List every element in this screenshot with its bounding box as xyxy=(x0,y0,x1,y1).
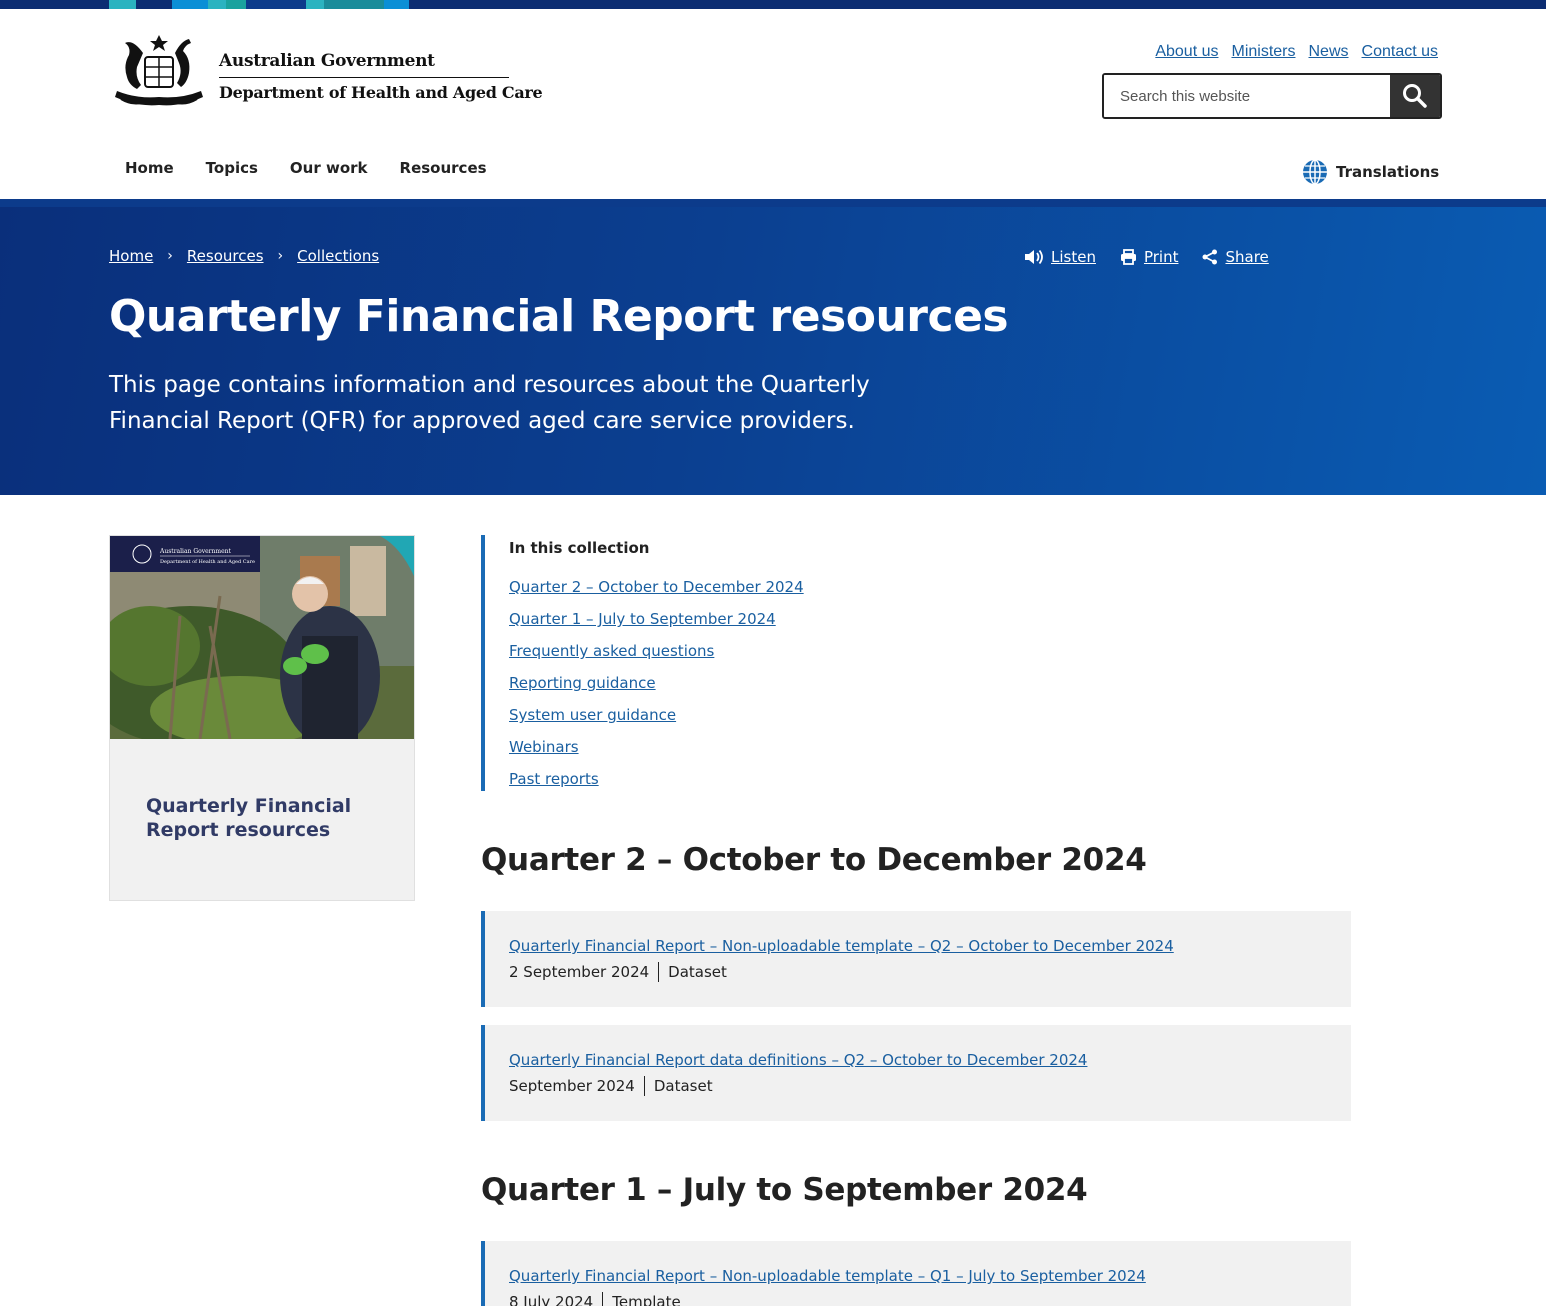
util-link-news[interactable]: News xyxy=(1309,43,1349,61)
globe-icon xyxy=(1303,159,1327,185)
coat-of-arms-icon xyxy=(115,35,203,106)
speaker-icon xyxy=(1025,249,1043,265)
resource-type: Dataset xyxy=(653,1077,713,1095)
logo-divider xyxy=(219,77,509,78)
resource-item: Quarterly Financial Report – Non-uploada… xyxy=(481,911,1351,1007)
page-hero: Home › Resources › Collections Listen Pr… xyxy=(0,199,1546,495)
in-this-collection: In this collection Quarter 2 – October t… xyxy=(481,535,981,791)
listen-button[interactable]: Listen xyxy=(1024,248,1096,266)
print-label: Print xyxy=(1143,248,1179,266)
nav-topics[interactable]: Topics xyxy=(190,159,274,177)
meta-divider xyxy=(658,962,660,982)
resource-type: Template xyxy=(612,1293,681,1306)
page-intro: This page contains information and resou… xyxy=(109,372,870,434)
logo-government-name: Australian Government xyxy=(219,51,435,71)
util-link-ministers[interactable]: Ministers xyxy=(1231,43,1295,61)
nav-our-work[interactable]: Our work xyxy=(274,159,384,177)
resource-item: Quarterly Financial Report – Non-uploada… xyxy=(481,1241,1351,1306)
util-link-contact-us[interactable]: Contact us xyxy=(1362,43,1438,61)
utility-links: About us Ministers News Contact us xyxy=(1155,43,1438,61)
search-button[interactable] xyxy=(1390,75,1440,117)
breadcrumb-resources[interactable]: Resources xyxy=(187,247,264,265)
util-link-about-us[interactable]: About us xyxy=(1155,43,1218,61)
chevron-right-icon: › xyxy=(277,248,284,264)
collection-link[interactable]: System user guidance xyxy=(509,706,676,724)
collection-link[interactable]: Reporting guidance xyxy=(509,674,656,692)
resource-type: Dataset xyxy=(668,963,727,981)
list-item: Frequently asked questions xyxy=(509,641,804,673)
section-heading-q1: Quarter 1 – July to September 2024 xyxy=(481,1172,1088,1208)
logo-department-name: Department of Health and Aged Care xyxy=(219,83,543,102)
translations-button[interactable]: Translations xyxy=(1302,159,1439,185)
site-header: Australian Government Department of Heal… xyxy=(0,9,1546,199)
resource-date: September 2024 xyxy=(509,1077,635,1095)
search-input[interactable] xyxy=(1104,75,1390,117)
resource-link[interactable]: Quarterly Financial Report data definiti… xyxy=(509,1051,1087,1069)
resource-meta: 2 September 2024 Dataset xyxy=(509,962,727,982)
top-colour-stripe xyxy=(0,0,1546,9)
collection-link[interactable]: Frequently asked questions xyxy=(509,642,714,660)
resource-item: Quarterly Financial Report data definiti… xyxy=(481,1025,1351,1121)
resource-link[interactable]: Quarterly Financial Report – Non-uploada… xyxy=(509,937,1174,955)
collection-heading: In this collection xyxy=(509,539,650,557)
card-image-logo-line2: Department of Health and Aged Care xyxy=(160,559,255,565)
resource-link[interactable]: Quarterly Financial Report – Non-uploada… xyxy=(509,1267,1146,1285)
page-title: Quarterly Financial Report resources xyxy=(109,291,1009,342)
list-item: Past reports xyxy=(509,769,804,801)
list-item: Quarter 1 – July to September 2024 xyxy=(509,609,804,641)
page-actions: Listen Print Share xyxy=(1024,248,1269,266)
site-logo[interactable]: Australian Government Department of Heal… xyxy=(109,33,543,113)
card-image: Australian Government Department of Heal… xyxy=(110,536,414,739)
nav-home[interactable]: Home xyxy=(109,159,190,177)
section-heading-q2: Quarter 2 – October to December 2024 xyxy=(481,842,1147,878)
share-icon xyxy=(1202,249,1218,265)
search-icon xyxy=(1403,84,1427,108)
nav-resources[interactable]: Resources xyxy=(384,159,503,177)
collection-link[interactable]: Quarter 1 – July to September 2024 xyxy=(509,610,776,628)
resource-meta: 8 July 2024 Template xyxy=(509,1292,681,1306)
breadcrumb: Home › Resources › Collections xyxy=(109,247,379,265)
list-item: Reporting guidance xyxy=(509,673,804,705)
collection-link[interactable]: Webinars xyxy=(509,738,579,756)
card-image-logo-line1: Australian Government xyxy=(159,548,232,555)
printer-icon xyxy=(1120,249,1136,265)
collection-link[interactable]: Past reports xyxy=(509,770,599,788)
collection-link[interactable]: Quarter 2 – October to December 2024 xyxy=(509,578,804,596)
meta-divider xyxy=(602,1292,604,1306)
print-button[interactable]: Print xyxy=(1120,248,1179,266)
resource-date: 8 July 2024 xyxy=(509,1293,594,1306)
share-button[interactable]: Share xyxy=(1202,248,1269,266)
resource-date: 2 September 2024 xyxy=(509,963,650,981)
translations-label: Translations xyxy=(1336,163,1440,181)
gardener-photo: Australian Government Department of Heal… xyxy=(110,536,414,739)
chevron-right-icon: › xyxy=(167,248,173,264)
resource-meta: September 2024 Dataset xyxy=(509,1076,713,1096)
listen-label: Listen xyxy=(1051,248,1096,266)
breadcrumb-home[interactable]: Home xyxy=(109,247,153,265)
breadcrumb-collections[interactable]: Collections xyxy=(297,247,379,265)
list-item: Quarter 2 – October to December 2024 xyxy=(509,577,804,609)
main-navigation: Home Topics Our work Resources xyxy=(109,159,503,177)
site-search xyxy=(1102,73,1442,119)
collection-list: Quarter 2 – October to December 2024 Qua… xyxy=(509,577,804,801)
share-label: Share xyxy=(1225,248,1269,266)
list-item: System user guidance xyxy=(509,705,804,737)
card-title[interactable]: Quarterly Financial Report resources xyxy=(146,794,386,842)
meta-divider xyxy=(643,1076,645,1096)
list-item: Webinars xyxy=(509,737,804,769)
collection-card[interactable]: Australian Government Department of Heal… xyxy=(109,535,415,901)
